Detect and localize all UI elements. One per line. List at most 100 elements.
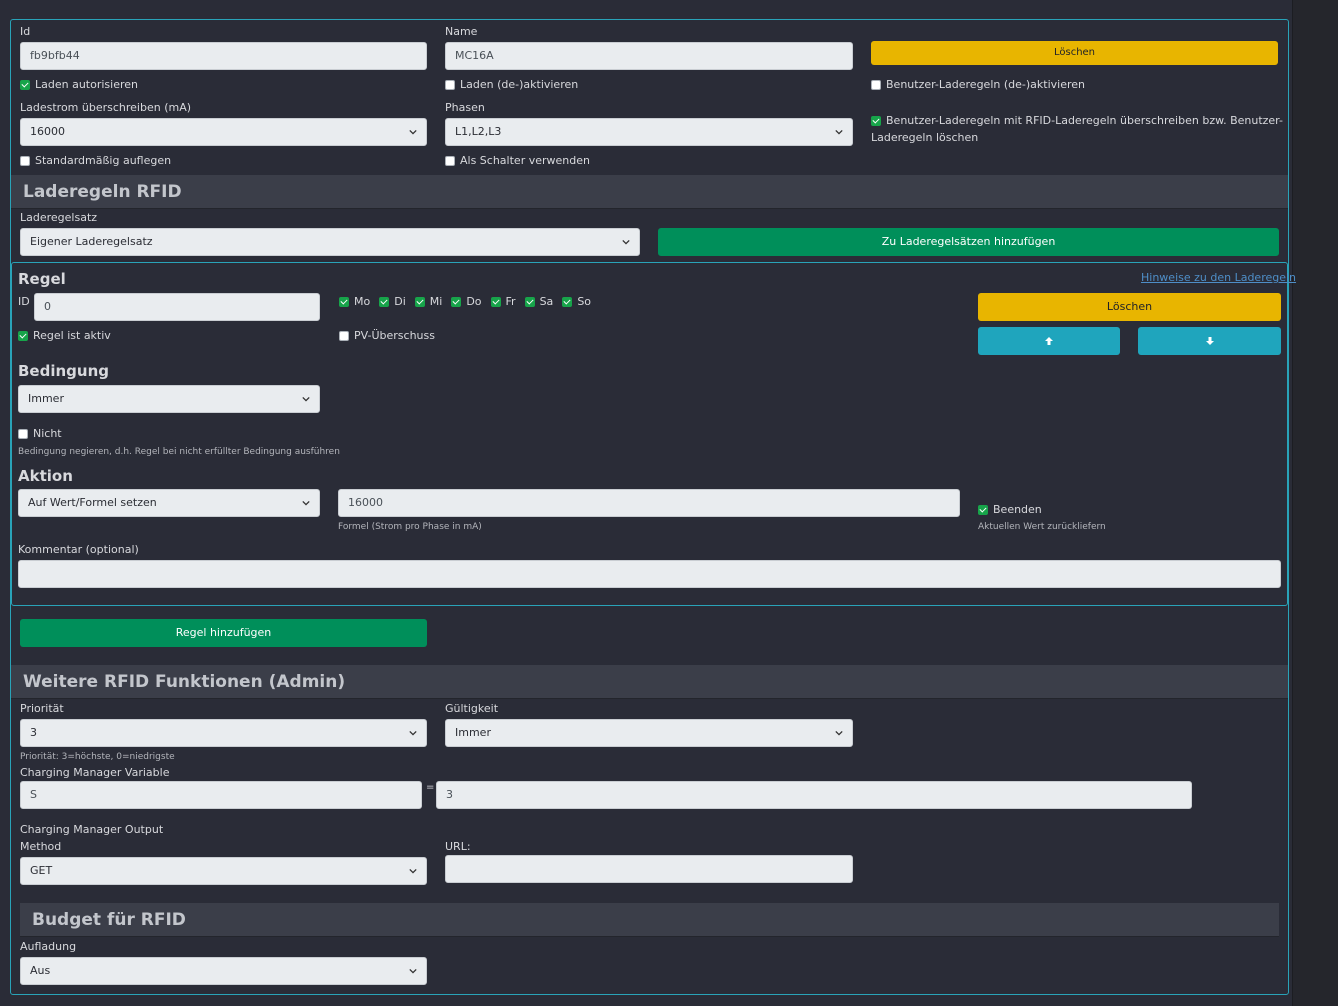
day-checkbox-sa[interactable]: Sa (524, 295, 554, 308)
laden-autorisieren-label: Laden autorisieren (35, 78, 138, 91)
checkbox-checked-icon (339, 296, 349, 307)
benutzer-ueberschreiben-label-1: Benutzer-Laderegeln mit RFID-Laderegeln … (886, 114, 1283, 127)
url-label: URL: (445, 840, 471, 853)
delete-rfid-button[interactable]: Löschen (871, 41, 1278, 65)
day-label: Di (394, 295, 406, 308)
checkbox-checked-icon (414, 296, 425, 307)
aufladung-select[interactable]: Aus (20, 957, 427, 985)
bedingung-title: Bedingung (18, 362, 109, 380)
day-checkbox-mi[interactable]: Mi (414, 295, 443, 308)
chevron-down-icon (409, 968, 417, 974)
arrow-up-icon (1045, 337, 1053, 345)
checkbox-checked-icon (379, 296, 390, 307)
day-checkbox-do[interactable]: Do (451, 295, 482, 308)
weekday-checkboxes: Mo Di Mi Do Fr Sa So (339, 295, 591, 308)
day-label: Mo (354, 295, 371, 308)
formel-field[interactable]: 16000 (338, 489, 960, 517)
method-value: GET (30, 864, 53, 877)
chevron-down-icon (409, 129, 417, 135)
day-checkbox-so[interactable]: So (562, 295, 591, 308)
add-to-sets-button[interactable]: Zu Laderegelsätzen hinzufügen (658, 228, 1279, 256)
benutzer-deaktivieren-checkbox[interactable]: Benutzer-Laderegeln (de-)aktivieren (871, 78, 1085, 91)
pv-ueberschuss-checkbox[interactable]: PV-Überschuss (339, 329, 435, 342)
checkbox-unchecked-icon (20, 155, 30, 166)
method-label: Method (20, 840, 62, 853)
phasen-select[interactable]: L1,L2,L3 (445, 118, 853, 146)
phasen-value: L1,L2,L3 (455, 125, 502, 138)
laden-autorisieren-checkbox[interactable]: Laden autorisieren (20, 78, 138, 91)
day-label: Mi (429, 295, 443, 308)
chevron-down-icon (409, 730, 417, 736)
day-label: Do (466, 295, 482, 308)
benutzer-ueberschreiben-checkbox[interactable]: Benutzer-Laderegeln mit RFID-Laderegeln … (871, 114, 1283, 127)
add-rule-button[interactable]: Regel hinzufügen (20, 619, 427, 647)
bedingung-select[interactable]: Immer (18, 385, 320, 413)
ladestrom-value: 16000 (30, 125, 65, 138)
prioritaet-help-text: Priorität: 3=höchste, 0=niedrigste (20, 752, 175, 762)
move-rule-down-button[interactable] (1138, 327, 1281, 355)
day-checkbox-fr[interactable]: Fr (490, 295, 516, 308)
laderegelsatz-value: Eigener Laderegelsatz (30, 235, 153, 248)
page-scrollbar[interactable] (1292, 0, 1338, 1006)
regel-aktiv-checkbox[interactable]: Regel ist aktiv (18, 329, 111, 342)
method-select[interactable]: GET (20, 857, 427, 885)
laderegelsatz-select[interactable]: Eigener Laderegelsatz (20, 228, 640, 256)
aufladung-label: Aufladung (20, 940, 77, 953)
ladestrom-select[interactable]: 16000 (20, 118, 427, 146)
day-checkbox-di[interactable]: Di (379, 295, 406, 308)
beenden-checkbox[interactable]: Beenden (978, 503, 1042, 516)
aktion-select[interactable]: Auf Wert/Formel setzen (18, 489, 320, 517)
prioritaet-value: 3 (30, 726, 37, 739)
chevron-down-icon (835, 730, 843, 736)
day-label: Sa (539, 295, 554, 308)
aufladung-value: Aus (30, 964, 51, 977)
bedingung-value: Immer (28, 392, 64, 405)
laderegeln-section-header: Laderegeln RFID (11, 175, 1288, 209)
cm-variable-value-field[interactable]: 3 (436, 781, 1192, 809)
url-field[interactable] (445, 855, 853, 883)
benutzer-ueberschreiben-label-2: Laderegeln löschen (871, 131, 979, 144)
checkbox-unchecked-icon (445, 155, 455, 166)
budget-section-header: Budget für RFID (20, 903, 1279, 937)
move-rule-up-button[interactable] (978, 327, 1120, 355)
nicht-help-text: Bedingung negieren, d.h. Regel bei nicht… (18, 447, 340, 457)
kommentar-label: Kommentar (optional) (18, 543, 139, 556)
gueltigkeit-value: Immer (455, 726, 491, 739)
aktion-title: Aktion (18, 467, 73, 485)
checkbox-unchecked-icon (339, 330, 349, 341)
checkbox-unchecked-icon (18, 428, 28, 439)
ladestrom-label: Ladestrom überschreiben (mA) (20, 101, 192, 114)
benutzer-deaktivieren-label: Benutzer-Laderegeln (de-)aktivieren (886, 78, 1085, 91)
id-label: Id (20, 25, 31, 38)
id-field[interactable]: fb9bfb44 (20, 42, 427, 70)
chevron-down-icon (302, 500, 310, 506)
equals-sign: = (426, 782, 435, 793)
rule-id-field[interactable]: 0 (34, 293, 320, 321)
als-schalter-label: Als Schalter verwenden (460, 154, 590, 167)
prioritaet-select[interactable]: 3 (20, 719, 427, 747)
standard-auflegen-label: Standardmäßig auflegen (35, 154, 172, 167)
phasen-label: Phasen (445, 101, 485, 114)
cm-variable-name-field[interactable]: S (20, 781, 422, 809)
laderegeln-hints-link[interactable]: Hinweise zu den Laderegeln (1141, 271, 1296, 284)
nicht-checkbox[interactable]: Nicht (18, 427, 62, 440)
name-label: Name (445, 25, 478, 38)
als-schalter-checkbox[interactable]: Als Schalter verwenden (445, 154, 590, 167)
kommentar-field[interactable] (18, 560, 1281, 588)
checkbox-checked-icon (978, 504, 988, 515)
weitere-section-header: Weitere RFID Funktionen (Admin) (11, 665, 1288, 699)
gueltigkeit-select[interactable]: Immer (445, 719, 853, 747)
laden-deaktivieren-label: Laden (de-)aktivieren (460, 78, 579, 91)
chevron-down-icon (622, 239, 630, 245)
day-checkbox-mo[interactable]: Mo (339, 295, 370, 308)
day-label: So (577, 295, 592, 308)
laden-deaktivieren-checkbox[interactable]: Laden (de-)aktivieren (445, 78, 578, 91)
day-label: Fr (505, 295, 516, 308)
standard-auflegen-checkbox[interactable]: Standardmäßig auflegen (20, 154, 171, 167)
checkbox-checked-icon (451, 296, 462, 307)
chevron-down-icon (302, 396, 310, 402)
name-field[interactable]: MC16A (445, 42, 853, 70)
cm-output-label: Charging Manager Output (20, 823, 164, 836)
checkbox-checked-icon (490, 296, 501, 307)
delete-rule-button[interactable]: Löschen (978, 293, 1281, 321)
